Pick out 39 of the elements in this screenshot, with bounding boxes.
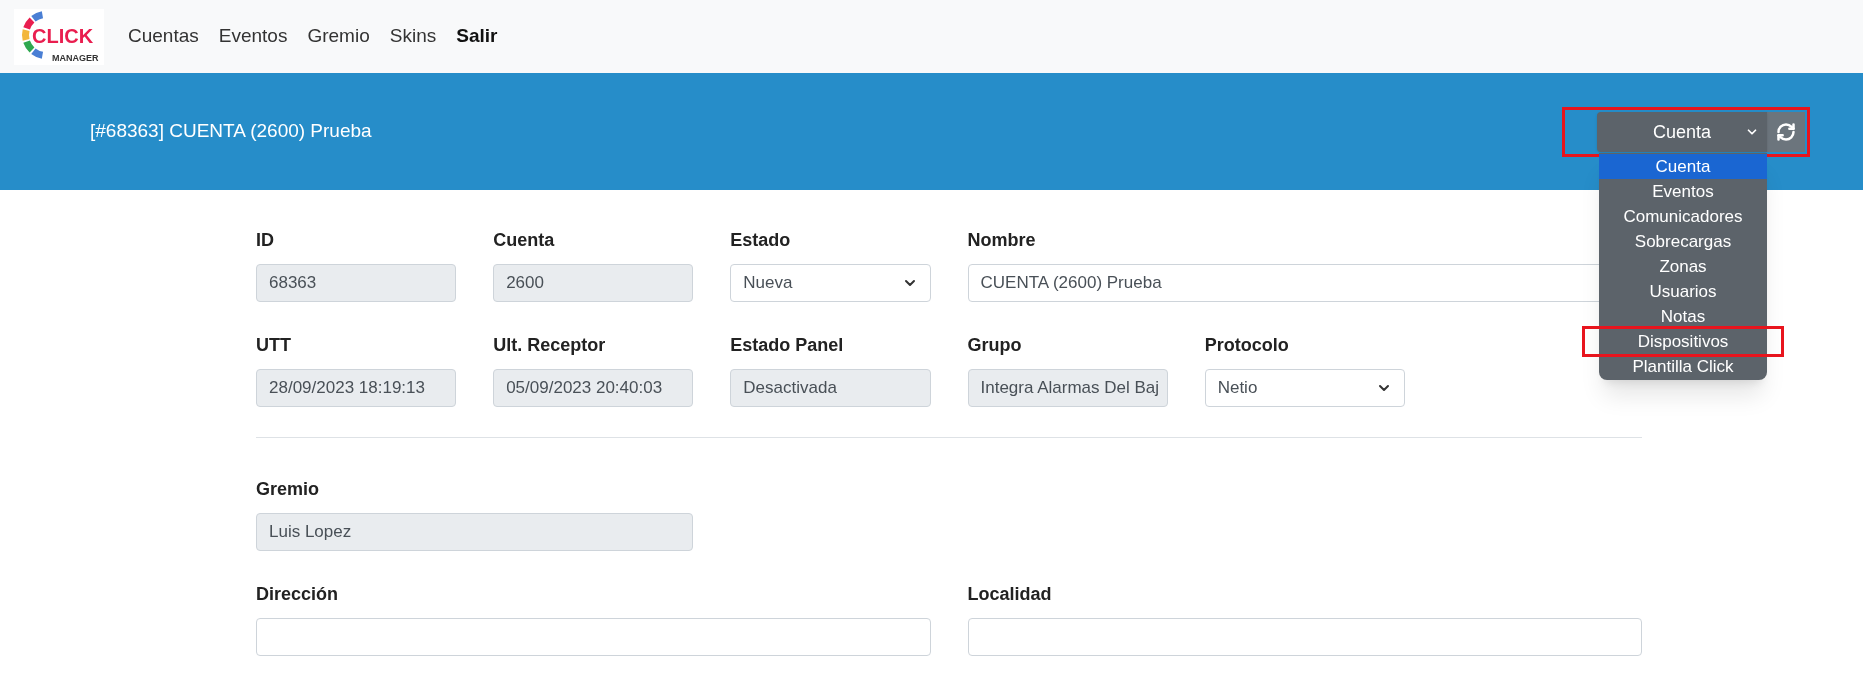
field-label: Estado (730, 229, 792, 252)
page-title: [#68363] CUENTA (2600) Prueba (90, 119, 372, 144)
dropdown-option[interactable]: Eventos (1599, 179, 1767, 204)
input-field[interactable] (967, 618, 1642, 656)
dropdown-option[interactable]: Plantilla Click (1599, 354, 1767, 379)
readonly-field: Desactivada (730, 369, 931, 407)
nav-link[interactable]: Salir (456, 22, 498, 51)
readonly-field: 68363 (256, 264, 457, 302)
field-label: Dirección (256, 583, 340, 606)
dropdown-option[interactable]: Cuenta (1599, 154, 1767, 179)
field-label: Grupo (967, 334, 1023, 357)
readonly-field: Luis Lopez (256, 513, 694, 551)
dropdown-option[interactable]: Comunicadores (1599, 204, 1767, 229)
field-label: Gremio (256, 478, 321, 501)
select-field[interactable]: Netio (1204, 369, 1405, 407)
nav-link[interactable]: Eventos (218, 22, 288, 51)
select-field[interactable]: Nueva (730, 264, 931, 302)
refresh-button[interactable] (1767, 112, 1805, 152)
nav-link[interactable]: Skins (389, 22, 437, 51)
field-label: Localidad (967, 583, 1053, 606)
dropdown-option[interactable]: Notas (1599, 304, 1767, 329)
readonly-field: 2600 (493, 264, 694, 302)
readonly-field: Integra Alarmas Del Baj (967, 369, 1168, 407)
field-label: Cuenta (493, 229, 556, 252)
dropdown-option[interactable]: Dispositivos (1585, 329, 1781, 354)
dropdown-option[interactable]: Sobrecargas (1599, 229, 1767, 254)
field-label: UTT (256, 334, 292, 357)
readonly-field: 28/09/2023 18:19:13 (256, 369, 457, 407)
field-label: Ult. Receptor (493, 334, 607, 357)
refresh-icon (1776, 122, 1796, 142)
nav-link[interactable]: Cuentas (128, 22, 199, 51)
section-select[interactable]: Cuenta (1597, 112, 1767, 152)
nav-link[interactable]: Gremio (307, 22, 370, 51)
readonly-field: 05/09/2023 20:40:03 (493, 369, 694, 407)
field-label: Estado Panel (730, 334, 845, 357)
field-label: ID (256, 229, 275, 252)
field-label: Protocolo (1204, 334, 1290, 357)
logo[interactable]: CLICK MANAGER (14, 8, 104, 65)
input-field[interactable] (256, 618, 931, 656)
